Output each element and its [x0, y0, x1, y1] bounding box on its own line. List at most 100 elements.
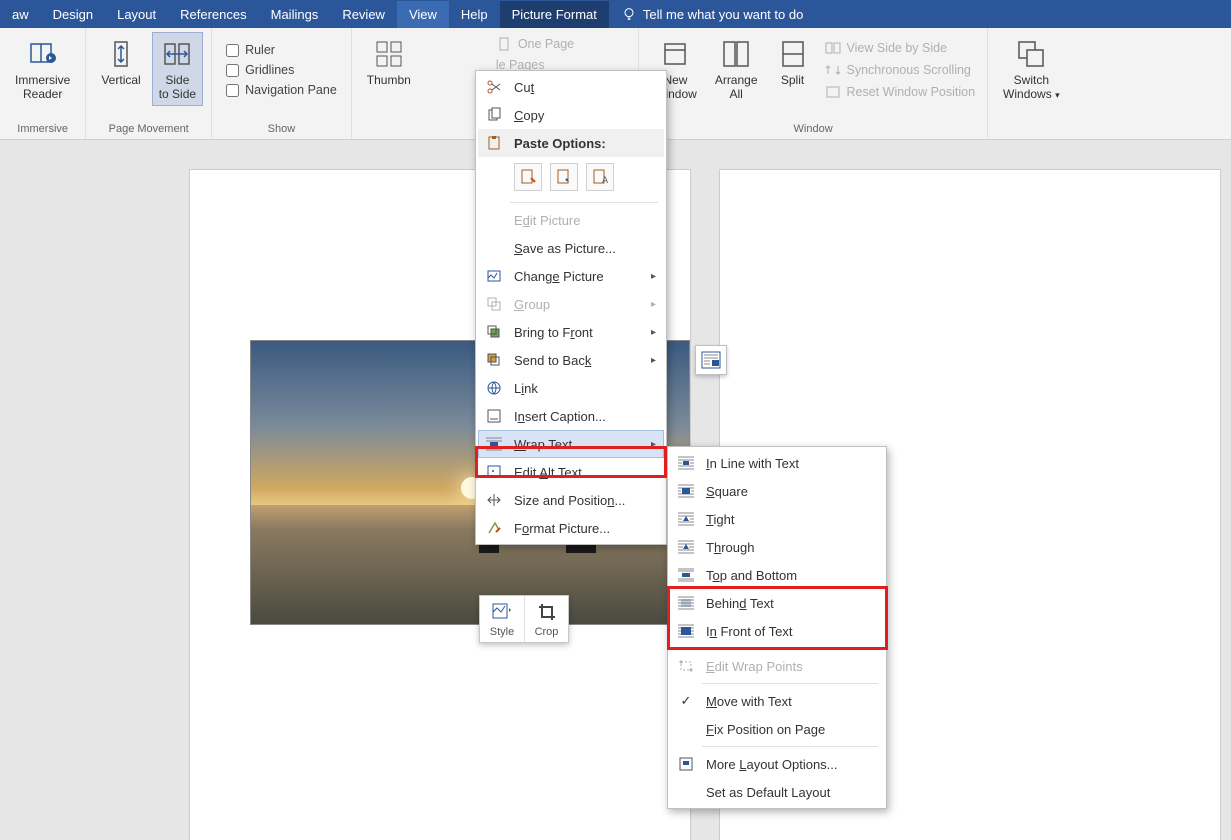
switch-windows-button[interactable]: Switch Windows ▾: [996, 32, 1067, 106]
wrap-through[interactable]: Through: [670, 533, 884, 561]
copy-icon: [486, 107, 502, 123]
split-button[interactable]: Split: [769, 32, 817, 92]
style-icon: [491, 602, 513, 622]
format-picture-icon: [486, 520, 502, 536]
wrap-move-with-text[interactable]: ✓Move with Text: [670, 687, 884, 715]
wrap-square[interactable]: Square: [670, 477, 884, 505]
wrap-in-front-of-text[interactable]: In Front of Text: [670, 617, 884, 645]
wrap-front-icon: [677, 623, 695, 639]
wrap-top-bottom[interactable]: Top and Bottom: [670, 561, 884, 589]
wrap-fix-position[interactable]: Fix Position on Page: [670, 715, 884, 743]
navigation-pane-checkbox[interactable]: Navigation Pane: [226, 80, 337, 100]
size-position-icon: [486, 492, 502, 508]
side-to-side-button[interactable]: Side to Side: [152, 32, 203, 106]
thumbnails-icon: [373, 38, 405, 70]
tell-me-search[interactable]: Tell me what you want to do: [609, 6, 815, 22]
wrap-text-icon: [485, 436, 503, 452]
reset-window-position-button: Reset Window Position: [825, 82, 976, 102]
wrap-inline[interactable]: In Line with Text: [670, 449, 884, 477]
switch-windows-icon: [1015, 38, 1047, 70]
ctx-link[interactable]: Link: [478, 374, 664, 402]
arrange-all-button[interactable]: Arrange All: [708, 32, 765, 106]
wrap-square-icon: [677, 483, 695, 499]
ribbon-tabs: aw Design Layout References Mailings Rev…: [0, 0, 1231, 28]
group-switch-windows: Switch Windows ▾: [988, 28, 1075, 139]
gridlines-checkbox[interactable]: Gridlines: [226, 60, 337, 80]
wrap-top-bottom-icon: [677, 567, 695, 583]
clipboard-arrow-icon: [555, 168, 573, 186]
edit-wrap-points-icon: [677, 658, 695, 674]
paste-merge[interactable]: [550, 163, 578, 191]
split-icon: [777, 38, 809, 70]
group-show: Ruler Gridlines Navigation Pane Show: [212, 28, 352, 139]
wrap-behind-text[interactable]: Behind Text: [670, 589, 884, 617]
alt-text-icon: [486, 464, 502, 480]
style-button[interactable]: Style: [480, 596, 524, 642]
paste-options-row: A: [478, 157, 664, 199]
sync-scroll-icon: [825, 62, 841, 78]
paste-keep-source[interactable]: [514, 163, 542, 191]
ctx-change-picture[interactable]: Change Picture▸: [478, 262, 664, 290]
new-window-icon: [659, 38, 691, 70]
wrap-text-submenu: In Line with Text Square Tight Through T…: [667, 446, 887, 809]
wrap-set-default[interactable]: Set as Default Layout: [670, 778, 884, 806]
ctx-edit-alt-text[interactable]: Edit Alt Text...: [478, 458, 664, 486]
link-icon: [486, 380, 502, 396]
tab-help[interactable]: Help: [449, 1, 500, 28]
immersive-reader-button[interactable]: Immersive Reader: [8, 32, 77, 106]
ctx-save-as-picture[interactable]: Save as Picture...: [478, 234, 664, 262]
ruler-checkbox[interactable]: Ruler: [226, 40, 337, 60]
tab-references[interactable]: References: [168, 1, 258, 28]
view-side-by-side-button: View Side by Side: [825, 38, 976, 58]
arrange-all-icon: [720, 38, 752, 70]
wrap-tight[interactable]: Tight: [670, 505, 884, 533]
ctx-copy[interactable]: Copy: [478, 101, 664, 129]
crop-icon: [537, 602, 557, 622]
scissors-icon: [486, 79, 502, 95]
clipboard-a-icon: A: [591, 168, 609, 186]
tab-review[interactable]: Review: [330, 1, 397, 28]
vertical-button[interactable]: Vertical: [94, 32, 147, 92]
clipboard-icon: [486, 135, 502, 151]
vertical-page-icon: [105, 38, 137, 70]
tab-layout[interactable]: Layout: [105, 1, 168, 28]
crop-button[interactable]: Crop: [524, 596, 568, 642]
tab-draw[interactable]: aw: [0, 1, 41, 28]
ctx-cut[interactable]: Cut: [478, 73, 664, 101]
more-layout-icon: [678, 756, 694, 772]
paste-picture[interactable]: A: [586, 163, 614, 191]
layout-options-chip[interactable]: [695, 345, 727, 375]
caption-icon: [486, 408, 502, 424]
send-back-icon: [486, 352, 502, 368]
layout-options-icon: [701, 351, 721, 369]
ctx-insert-caption[interactable]: Insert Caption...: [478, 402, 664, 430]
ctx-wrap-text[interactable]: Wrap Text▸: [478, 430, 664, 458]
tab-view[interactable]: View: [397, 1, 449, 28]
lightbulb-icon: [621, 6, 637, 22]
book-speaker-icon: [27, 38, 59, 70]
side-to-side-icon: [161, 38, 193, 70]
tab-mailings[interactable]: Mailings: [259, 1, 331, 28]
ctx-paste-options-header: Paste Options:: [478, 129, 664, 157]
one-page-icon: [496, 36, 512, 52]
wrap-edit-points: Edit Wrap Points: [670, 652, 884, 680]
ctx-bring-to-front[interactable]: Bring to Front▸: [478, 318, 664, 346]
tab-picture-format[interactable]: Picture Format: [500, 1, 609, 28]
clipboard-brush-icon: [519, 168, 537, 186]
ctx-format-picture[interactable]: Format Picture...: [478, 514, 664, 542]
group-window: New Window Arrange All Split View Side b…: [639, 28, 988, 139]
sync-scrolling-button: Synchronous Scrolling: [825, 60, 976, 80]
tab-design[interactable]: Design: [41, 1, 105, 28]
thumbnails-button[interactable]: Thumbn: [360, 32, 418, 92]
ctx-send-to-back[interactable]: Send to Back▸: [478, 346, 664, 374]
ctx-group: Group▸: [478, 290, 664, 318]
bring-front-icon: [486, 324, 502, 340]
group-immersive: Immersive Reader Immersive: [0, 28, 86, 139]
wrap-behind-icon: [677, 595, 695, 611]
ctx-size-position[interactable]: Size and Position...: [478, 486, 664, 514]
one-page-button: One Page: [496, 34, 574, 54]
reset-position-icon: [825, 84, 841, 100]
side-by-side-icon: [825, 40, 841, 56]
group-icon: [486, 296, 502, 312]
wrap-more-layout-options[interactable]: More Layout Options...: [670, 750, 884, 778]
